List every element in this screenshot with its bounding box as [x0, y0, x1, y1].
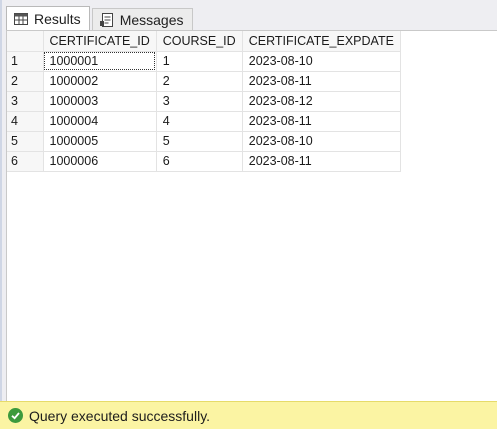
table-cell[interactable]: 1000001	[43, 51, 157, 72]
table-cell[interactable]: 1000004	[43, 111, 157, 132]
column-header[interactable]: CERTIFICATE_ID	[43, 31, 157, 52]
table-cell[interactable]: 2023-08-12	[242, 91, 401, 112]
table-cell[interactable]: 4	[156, 111, 243, 132]
status-bar: Query executed successfully.	[0, 401, 497, 429]
window-edge	[0, 0, 2, 429]
tab-results-label: Results	[34, 10, 81, 27]
row-number[interactable]: 5	[7, 131, 44, 152]
row-number[interactable]: 6	[7, 151, 44, 172]
table-cell[interactable]: 5	[156, 131, 243, 152]
table-row[interactable]: 5 1000005 5 2023-08-10	[7, 131, 401, 152]
table-row[interactable]: 1 1000001 1 2023-08-10	[7, 51, 401, 72]
table-row[interactable]: 3 1000003 3 2023-08-12	[7, 91, 401, 112]
results-tabs: Results Messages	[6, 6, 193, 30]
table-cell[interactable]: 1000005	[43, 131, 157, 152]
table-row[interactable]: 2 1000002 2 2023-08-11	[7, 71, 401, 92]
tab-messages-label: Messages	[119, 11, 184, 28]
check-circle-icon	[8, 408, 23, 423]
table-cell[interactable]: 2023-08-10	[242, 131, 401, 152]
table-cell[interactable]: 3	[156, 91, 243, 112]
table-cell[interactable]: 2023-08-11	[242, 111, 401, 132]
corner-cell[interactable]	[7, 31, 44, 52]
tab-messages[interactable]: Messages	[91, 8, 193, 30]
messages-icon	[99, 12, 115, 28]
table-cell[interactable]: 6	[156, 151, 243, 172]
table-cell[interactable]: 1000006	[43, 151, 157, 172]
table-cell[interactable]: 1000003	[43, 91, 157, 112]
table-cell[interactable]: 2023-08-11	[242, 71, 401, 92]
column-header[interactable]: CERTIFICATE_EXPDATE	[242, 31, 401, 52]
table-cell[interactable]: 2023-08-11	[242, 151, 401, 172]
row-number[interactable]: 3	[7, 91, 44, 112]
row-number[interactable]: 2	[7, 71, 44, 92]
table-cell[interactable]: 2023-08-10	[242, 51, 401, 72]
table-cell[interactable]: 2	[156, 71, 243, 92]
table-row[interactable]: 6 1000006 6 2023-08-11	[7, 151, 401, 172]
table-cell[interactable]: 1000002	[43, 71, 157, 92]
table-cell[interactable]: 1	[156, 51, 243, 72]
status-text: Query executed successfully.	[29, 407, 211, 424]
row-number[interactable]: 4	[7, 111, 44, 132]
results-grid[interactable]: CERTIFICATE_ID COURSE_ID CERTIFICATE_EXP…	[7, 31, 401, 172]
results-window: Results Messages CERTIFICATE_ID COURSE_I…	[0, 0, 497, 429]
tab-results[interactable]: Results	[6, 6, 90, 30]
grid-icon	[13, 11, 29, 27]
table-row[interactable]: 4 1000004 4 2023-08-11	[7, 111, 401, 132]
column-header[interactable]: COURSE_ID	[156, 31, 243, 52]
results-grid-panel[interactable]: CERTIFICATE_ID COURSE_ID CERTIFICATE_EXP…	[6, 30, 497, 401]
row-number[interactable]: 1	[7, 51, 44, 72]
header-row: CERTIFICATE_ID COURSE_ID CERTIFICATE_EXP…	[7, 31, 401, 52]
